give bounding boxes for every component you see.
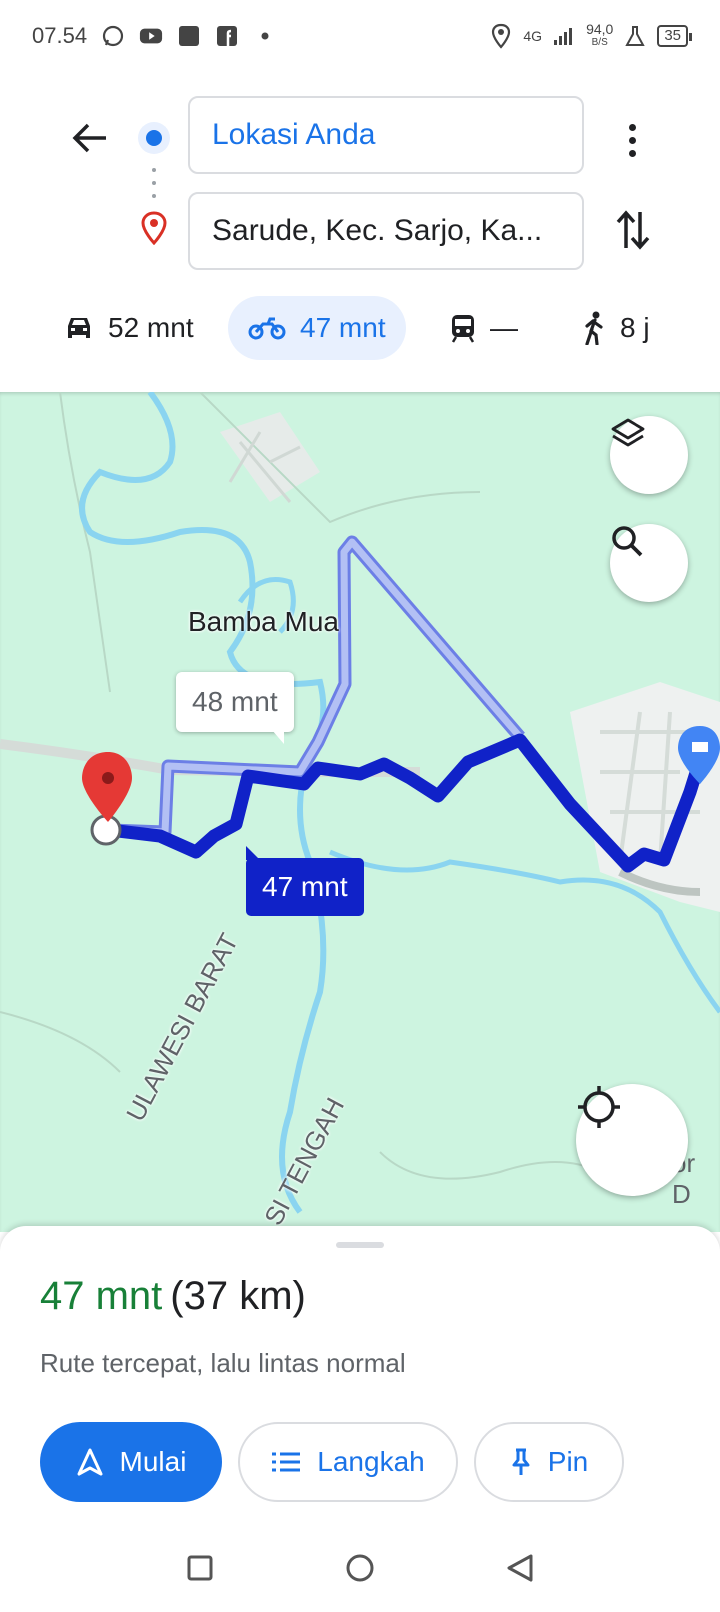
travel-mode-tabs: 52 mnt 47 mnt — 8 j — [0, 296, 720, 360]
map-view[interactable]: Bamba Mua 48 mnt 47 mnt ULAWESI BARAT SI… — [0, 392, 720, 1232]
net-speed: 94,0 — [586, 21, 614, 37]
destination-input[interactable]: Sarude, Kec. Sarjo, Ka... — [188, 192, 584, 270]
square-icon — [187, 1555, 213, 1581]
whatsapp-icon — [101, 24, 125, 48]
facebook-icon — [215, 24, 239, 48]
network-type: 4G — [523, 28, 543, 44]
walk-icon — [585, 311, 603, 345]
mode-car-label: 52 mnt — [108, 312, 194, 343]
triangle-back-icon — [507, 1554, 533, 1582]
recents-button[interactable] — [180, 1548, 220, 1588]
swap-button[interactable] — [608, 202, 658, 258]
main-route-time-bubble[interactable]: 47 mnt — [246, 846, 364, 916]
mode-walk-label: 8 j — [620, 312, 650, 343]
mode-walk[interactable]: 8 j — [562, 296, 670, 360]
mode-motorcycle-label: 47 mnt — [300, 312, 386, 343]
battery-level: 35 — [664, 27, 681, 44]
mode-transit[interactable]: — — [430, 296, 538, 360]
net-speed-unit: B/S — [591, 37, 608, 48]
youtube-icon — [139, 24, 163, 48]
list-icon — [272, 1452, 301, 1472]
start-label: Mulai — [119, 1446, 187, 1477]
car-icon — [68, 318, 90, 338]
app-icon — [177, 24, 201, 48]
layers-icon — [611, 418, 645, 447]
origin-marker-icon — [138, 122, 170, 154]
back-button[interactable] — [64, 112, 116, 164]
mode-transit-label: — — [490, 312, 518, 343]
swap-icon — [616, 210, 650, 250]
crosshair-icon — [578, 1086, 620, 1128]
lab-icon — [623, 24, 647, 48]
mode-motorcycle[interactable]: 47 mnt — [228, 296, 406, 360]
pin-button[interactable]: Pin — [474, 1422, 624, 1502]
steps-button[interactable]: Langkah — [238, 1422, 458, 1502]
search-along-route-button[interactable] — [610, 524, 688, 602]
pin-label: Pin — [547, 1446, 589, 1477]
start-button[interactable]: Mulai — [40, 1422, 222, 1502]
origin-input[interactable]: Lokasi Anda — [188, 96, 584, 174]
alt-route-time: 48 mnt — [192, 686, 278, 717]
location-icon — [489, 23, 513, 49]
steps-label: Langkah — [317, 1446, 425, 1477]
directions-panel: Lokasi Anda Sarude, Kec. Sarjo, Ka... 52… — [0, 72, 720, 392]
sheet-drag-handle[interactable] — [336, 1242, 384, 1248]
battery-icon: 35 — [657, 25, 692, 47]
destination-pin-icon — [138, 208, 170, 248]
status-bar: 07.54 4G 94,0 B/S 35 — [0, 0, 720, 72]
circle-icon — [346, 1554, 374, 1582]
pin-icon — [512, 1448, 530, 1475]
my-location-button[interactable] — [576, 1084, 688, 1196]
route-distance: (37 km) — [170, 1274, 306, 1318]
signal-icon — [552, 24, 576, 48]
mode-car[interactable]: 52 mnt — [44, 296, 214, 360]
back-nav-button[interactable] — [500, 1548, 540, 1588]
route-connector — [152, 168, 156, 198]
dot-icon — [253, 24, 277, 48]
search-icon — [612, 526, 643, 557]
alt-route-time-bubble[interactable]: 48 mnt — [176, 672, 294, 744]
navigation-arrow-icon — [77, 1448, 103, 1476]
route-description: Rute tercepat, lalu lintas normal — [40, 1348, 406, 1378]
main-route-time: 47 mnt — [262, 871, 348, 902]
route-duration: 47 mnt — [40, 1274, 163, 1318]
layers-button[interactable] — [610, 416, 688, 494]
more-options-button[interactable] — [612, 112, 652, 168]
route-duration-row: 47 mnt (37 km) — [40, 1274, 306, 1319]
motorcycle-icon — [248, 317, 286, 340]
place-label: Bamba Mua — [188, 606, 339, 637]
arrow-left-icon — [72, 123, 106, 153]
home-button[interactable] — [340, 1548, 380, 1588]
train-icon — [451, 315, 475, 343]
system-nav-bar — [0, 1524, 720, 1612]
status-time: 07.54 — [32, 23, 88, 48]
